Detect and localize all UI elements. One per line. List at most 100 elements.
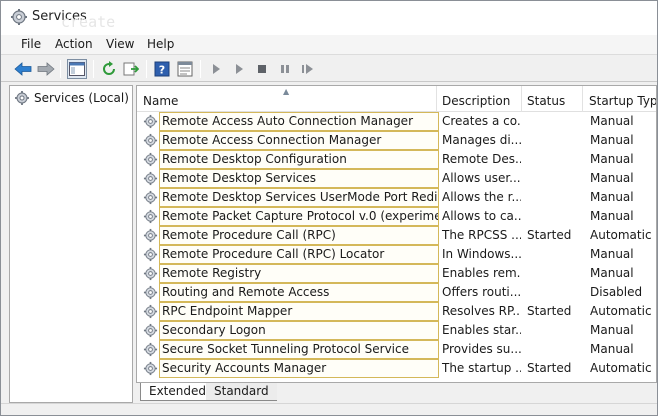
- title-bar: Services create: [1, 1, 657, 35]
- column-header-status[interactable]: Status: [521, 86, 583, 112]
- service-name: Security Accounts Manager: [159, 359, 439, 378]
- export-list-button[interactable]: [121, 59, 141, 79]
- service-rows: Remote Access Auto Connection Manager Cre…: [137, 112, 656, 378]
- service-status: Started: [527, 304, 572, 318]
- table-row[interactable]: Remote Desktop Configuration Remote Des..…: [137, 150, 656, 169]
- list-header: Name ▲ Description Status Startup Type: [137, 86, 656, 112]
- service-status: [527, 112, 585, 131]
- table-row[interactable]: Remote Access Connection Manager Manages …: [137, 131, 656, 150]
- status-bar: [1, 403, 657, 415]
- start-service-icon: [213, 64, 220, 74]
- service-startup-type: Automatic: [590, 304, 652, 318]
- show-hide-tree-button[interactable]: [67, 59, 87, 79]
- menu-view[interactable]: View: [102, 37, 138, 51]
- help-button[interactable]: ?: [152, 59, 172, 79]
- table-row[interactable]: Secondary Logon Enables star... Manual: [137, 321, 656, 340]
- back-button[interactable]: [13, 59, 33, 79]
- view-tabs: Extended Standard: [136, 383, 657, 403]
- service-status: Started: [527, 361, 572, 375]
- table-row[interactable]: Remote Procedure Call (RPC) Locator In Wi…: [137, 245, 656, 264]
- tree-item-label: Services (Local): [34, 91, 129, 105]
- watermark-text: create: [61, 13, 116, 31]
- service-description: Offers routi...: [442, 285, 521, 299]
- service-name: Remote Desktop Services: [159, 169, 439, 188]
- services-list: Name ▲ Description Status Startup Type R…: [136, 85, 657, 383]
- start-service-button[interactable]: [206, 59, 226, 79]
- tab-extended[interactable]: Extended: [140, 383, 215, 401]
- table-row[interactable]: Remote Packet Capture Protocol v.0 (expe…: [137, 207, 656, 226]
- tab-standard[interactable]: Standard: [206, 383, 277, 401]
- service-description: Manages di...: [442, 133, 521, 147]
- table-row[interactable]: Remote Registry Enables rem... Manual: [137, 264, 656, 283]
- menu-bar: File Action View Help: [1, 35, 657, 55]
- table-row[interactable]: Remote Desktop Services Allows user... Man…: [137, 169, 656, 188]
- refresh-icon: [103, 61, 115, 75]
- table-row[interactable]: Remote Access Auto Connection Manager Cre…: [137, 112, 656, 131]
- service-gear-icon: [143, 228, 158, 243]
- help-icon: ?: [154, 61, 170, 77]
- service-startup-type: Automatic: [590, 361, 652, 375]
- table-row[interactable]: Security Accounts Manager The startup ...…: [137, 359, 656, 378]
- svg-text:?: ?: [159, 64, 165, 77]
- service-gear-icon: [143, 247, 158, 262]
- properties-button[interactable]: [175, 59, 195, 79]
- service-status: [527, 264, 585, 283]
- service-name: Remote Registry: [159, 264, 439, 283]
- table-row[interactable]: RPC Endpoint Mapper Resolves RP... Started…: [137, 302, 656, 321]
- service-gear-icon: [143, 152, 158, 167]
- service-gear-icon: [143, 342, 158, 357]
- refresh-button[interactable]: [99, 59, 119, 79]
- start-service-alt-button[interactable]: [229, 59, 249, 79]
- services-window: Services create File Action View Help ?: [0, 0, 658, 416]
- service-status: [527, 169, 585, 188]
- menu-help[interactable]: Help: [143, 37, 178, 51]
- pause-service-button[interactable]: [275, 59, 295, 79]
- service-description: Creates a co...: [442, 114, 521, 128]
- services-gear-icon: [15, 91, 29, 105]
- table-row[interactable]: Secure Socket Tunneling Protocol Service…: [137, 340, 656, 359]
- table-row[interactable]: Routing and Remote Access Offers routi...…: [137, 283, 656, 302]
- export-list-icon: [123, 62, 139, 76]
- service-name: Remote Packet Capture Protocol v.0 (expe…: [159, 207, 439, 226]
- service-description: Allows user...: [442, 171, 521, 185]
- service-startup-type: Manual: [590, 171, 634, 185]
- service-description: Resolves RP...: [442, 304, 521, 318]
- forward-arrow-icon: [37, 62, 55, 76]
- service-startup-type: Manual: [590, 133, 634, 147]
- resume-service-button[interactable]: [298, 59, 318, 79]
- service-gear-icon: [143, 171, 158, 186]
- service-name: Remote Access Auto Connection Manager: [159, 112, 439, 131]
- service-name: Secondary Logon: [159, 321, 439, 340]
- tree-item-services-local[interactable]: Services (Local): [14, 89, 129, 107]
- service-startup-type: Manual: [590, 342, 634, 356]
- service-startup-type: Manual: [590, 152, 634, 166]
- service-gear-icon: [143, 361, 158, 376]
- menu-action[interactable]: Action: [51, 37, 97, 51]
- service-status: [527, 245, 585, 264]
- service-gear-icon: [143, 285, 158, 300]
- column-header-startup-type[interactable]: Startup Type: [583, 86, 656, 112]
- start-service-alt-icon: [236, 64, 243, 74]
- service-gear-icon: [143, 323, 158, 338]
- service-name: Remote Desktop Services UserMode Port Re…: [159, 188, 439, 207]
- show-hide-tree-icon: [69, 62, 85, 76]
- service-gear-icon: [143, 114, 158, 129]
- console-tree: Services (Local): [9, 85, 133, 403]
- service-status: [527, 131, 585, 150]
- table-row[interactable]: Remote Procedure Call (RPC) The RPCSS ...…: [137, 226, 656, 245]
- service-name: Remote Access Connection Manager: [159, 131, 439, 150]
- service-description: In Windows...: [442, 247, 521, 261]
- service-status: [527, 340, 585, 359]
- service-gear-icon: [143, 209, 158, 224]
- service-status: [527, 321, 585, 340]
- resume-service-icon: [302, 64, 313, 74]
- column-header-description[interactable]: Description: [436, 86, 522, 112]
- table-row[interactable]: Remote Desktop Services UserMode Port Re…: [137, 188, 656, 207]
- service-status: [527, 283, 585, 302]
- service-description: Provides su...: [442, 342, 521, 356]
- forward-button[interactable]: [36, 59, 56, 79]
- service-description: Enables rem...: [442, 266, 521, 280]
- stop-service-button[interactable]: [252, 59, 272, 79]
- menu-file[interactable]: File: [17, 37, 45, 51]
- service-status: [527, 150, 585, 169]
